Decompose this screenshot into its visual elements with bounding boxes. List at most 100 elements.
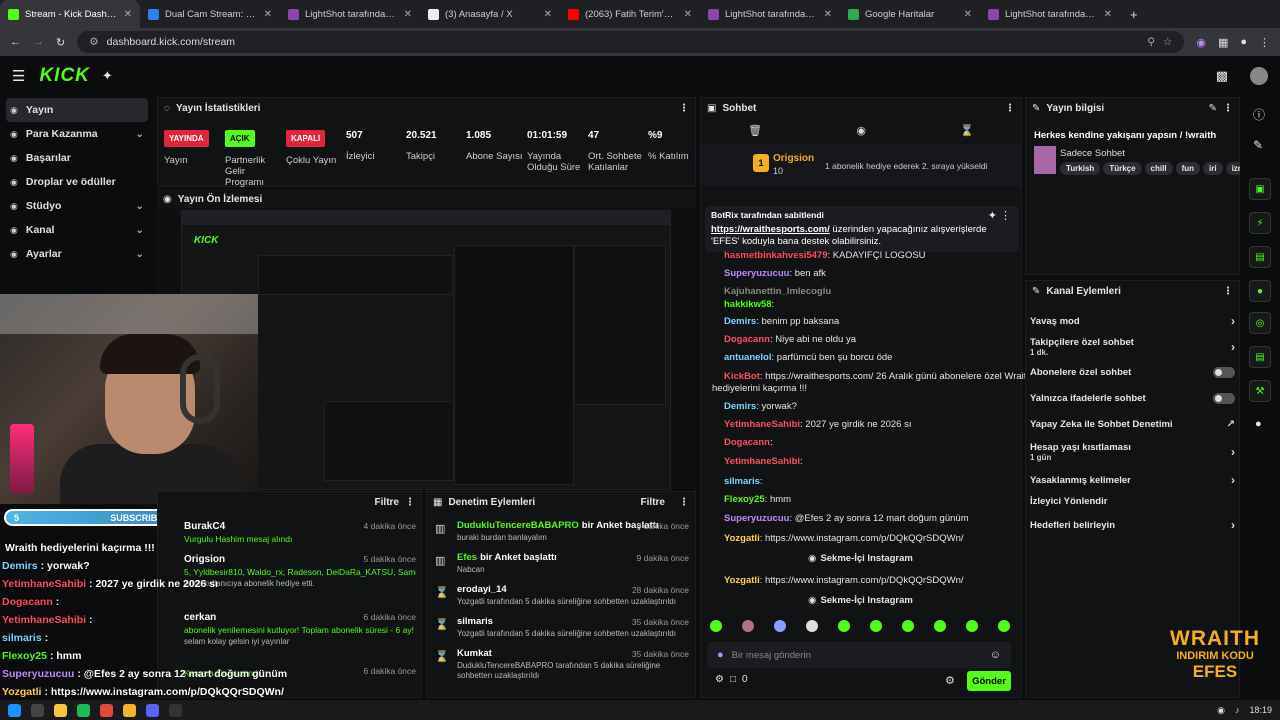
- chat-username[interactable]: Kajuhanettin_Imlecoglu: [724, 286, 831, 297]
- chat-message[interactable]: hediyelerini kaçırma !!!: [712, 383, 807, 394]
- chevron-right-icon[interactable]: ›: [1231, 314, 1235, 328]
- info-circle-icon[interactable]: ⓘ: [1253, 106, 1265, 123]
- chat-message[interactable]: Kajuhanettin_Imlecoglu: [724, 286, 831, 297]
- users-icon[interactable]: ●: [1255, 418, 1262, 430]
- chevron-down-icon[interactable]: ⌄: [135, 200, 144, 212]
- back-icon[interactable]: ←: [10, 36, 21, 48]
- moderation-filter[interactable]: Filtre: [641, 497, 665, 508]
- more-icon[interactable]: ⋮: [1223, 286, 1233, 297]
- chat-message[interactable]: silmaris:: [724, 476, 763, 487]
- send-button[interactable]: Gönder: [967, 671, 1011, 691]
- emote-icon[interactable]: [742, 620, 754, 632]
- stream-tag[interactable]: Türkçe: [1103, 162, 1142, 175]
- youtube-icon[interactable]: [100, 703, 113, 717]
- chevron-down-icon[interactable]: ⌄: [135, 224, 144, 236]
- channel-action-row[interactable]: Hesap yaşı kısıtlaması 1 gün ›: [1030, 442, 1235, 462]
- broadcast-icon[interactable]: ◎: [1249, 312, 1271, 334]
- activity-item[interactable]: Origsion 5 dakika önce 5, Yyldbesir810, Wa…: [184, 554, 416, 588]
- moderation-item[interactable]: ▥ DudukluTencereBABAPRO bir Anket başlattı…: [435, 520, 689, 543]
- close-icon[interactable]: ✕: [264, 9, 272, 20]
- stream-tag[interactable]: iri: [1203, 162, 1223, 175]
- emote-icon[interactable]: [838, 620, 850, 632]
- chat-message[interactable]: Flexoy25: hmm: [724, 494, 791, 505]
- close-icon[interactable]: ✕: [404, 9, 412, 20]
- chat-message[interactable]: Demirs: yorwak?: [724, 401, 797, 412]
- chat-username[interactable]: antuanelol: [724, 352, 772, 363]
- chat-message[interactable]: hakkikw58:: [724, 299, 774, 310]
- close-icon[interactable]: ✕: [684, 9, 692, 20]
- chevron-right-icon[interactable]: ›: [1231, 473, 1235, 487]
- discord-icon[interactable]: [146, 703, 159, 717]
- chevron-down-icon[interactable]: ⌄: [135, 128, 144, 140]
- chat-message[interactable]: KickBot: https://wraithesports.com/ 26 A…: [724, 371, 1032, 382]
- chat-icon[interactable]: ●: [1249, 280, 1271, 302]
- chat-username[interactable]: YetimhaneSahibi: [724, 419, 800, 430]
- mic-icon[interactable]: ●: [717, 649, 724, 661]
- browser-tab[interactable]: Stream - Kick Dashboard ✕: [0, 0, 140, 28]
- forward-icon[interactable]: →: [33, 36, 44, 48]
- close-icon[interactable]: ✕: [544, 9, 552, 20]
- wifi-icon[interactable]: ◉: [1217, 705, 1225, 716]
- trash-icon[interactable]: 🗑: [748, 124, 762, 140]
- channel-action-row[interactable]: Yasaklanmış kelimeler ›: [1030, 473, 1235, 487]
- close-icon[interactable]: ✕: [824, 9, 832, 20]
- reload-icon[interactable]: ↻: [56, 36, 65, 49]
- spotify-icon[interactable]: [77, 703, 90, 717]
- storage-icon[interactable]: ▤: [1249, 346, 1271, 368]
- chat-username[interactable]: YetimhaneSahibi: [724, 456, 800, 467]
- chat-settings-icon[interactable]: ⚙: [945, 674, 955, 687]
- folder-icon[interactable]: [54, 703, 67, 717]
- document-icon[interactable]: ▤: [1249, 246, 1271, 268]
- more-icon[interactable]: ⋮: [1000, 209, 1011, 222]
- sidebar-item-channel[interactable]: ◉ Kanal ⌄: [0, 218, 154, 242]
- emoji-icon[interactable]: ☺: [990, 649, 1001, 661]
- chat-message[interactable]: hasmetbinkahvesi5479: KADAYIFÇI LOGOSU: [724, 250, 926, 261]
- stream-tag[interactable]: Turkish: [1060, 162, 1101, 175]
- extensions-puzzle-icon[interactable]: ▦: [1218, 36, 1228, 49]
- more-icon[interactable]: ⋮: [679, 103, 689, 114]
- close-icon[interactable]: ✕: [1104, 9, 1112, 20]
- chat-username[interactable]: hakkikw58: [724, 299, 772, 310]
- windows-start-icon[interactable]: [8, 703, 21, 717]
- hourglass-icon[interactable]: ⌛: [960, 124, 974, 140]
- browser-tab[interactable]: Google Haritalar ✕: [840, 0, 980, 28]
- channel-action-row[interactable]: Yapay Zeka ile Sohbet Denetimi ↗: [1030, 419, 1235, 430]
- emote-icon[interactable]: [806, 620, 818, 632]
- edit-icon[interactable]: ✎: [1209, 103, 1217, 114]
- camera-icon[interactable]: ▣: [1249, 178, 1271, 200]
- channel-action-row[interactable]: Abonelere özel sohbet: [1030, 367, 1235, 378]
- site-info-icon[interactable]: ⚙: [89, 36, 98, 48]
- obs-icon[interactable]: [169, 703, 182, 717]
- sidebar-item-money[interactable]: ◉ Para Kazanma ⌄: [0, 122, 154, 146]
- chat-username[interactable]: Flexoy25: [724, 494, 765, 505]
- emote-icon[interactable]: [774, 620, 786, 632]
- chat-username[interactable]: Dogacann: [724, 334, 770, 345]
- pin-icon[interactable]: ✦: [988, 209, 997, 222]
- sidebar-item-stream[interactable]: ◉ Yayın: [6, 98, 148, 122]
- more-icon[interactable]: ⋮: [1223, 103, 1233, 114]
- chat-username[interactable]: Superyuzucuu: [724, 268, 789, 279]
- settings-icon[interactable]: ⚙: [715, 674, 724, 685]
- channel-action-row[interactable]: Hedefleri belirleyin ›: [1030, 518, 1235, 532]
- sidebar-item-studio[interactable]: ◉ Stüdyo ⌄: [0, 194, 154, 218]
- chevron-down-icon[interactable]: ⌄: [135, 248, 144, 260]
- emote-icon[interactable]: [934, 620, 946, 632]
- moderation-item[interactable]: ▥ Efes bir Anket başlattı 9 dakika önce Nabc…: [435, 552, 689, 575]
- chat-username[interactable]: Demirs: [724, 316, 756, 327]
- toggle-switch[interactable]: [1213, 393, 1235, 404]
- chat-message[interactable]: Demirs: benim pp baksana: [724, 316, 839, 327]
- extension-icon[interactable]: ◉: [1196, 36, 1206, 49]
- channel-action-row[interactable]: Yalnızca ifadelerle sohbet: [1030, 393, 1235, 404]
- search-icon[interactable]: [31, 703, 44, 717]
- close-icon[interactable]: ✕: [124, 9, 132, 20]
- stream-tag[interactable]: izm: [1225, 162, 1240, 175]
- activity-item[interactable]: BurakC4 4 dakika önce Vurgulu Hashim mesaj…: [184, 521, 416, 544]
- zoom-icon[interactable]: ⚲: [1147, 36, 1155, 48]
- more-icon[interactable]: ⋮: [679, 497, 689, 508]
- kick-logo[interactable]: KICK: [39, 65, 89, 87]
- bookmark-star-icon[interactable]: ☆: [1163, 36, 1172, 48]
- gift-user[interactable]: Origsion: [773, 153, 814, 164]
- profile-icon[interactable]: ●: [1240, 36, 1247, 48]
- controller-icon[interactable]: ▩: [1216, 68, 1228, 84]
- sidebar-item-gift[interactable]: ◉ Droplar ve ödüller: [0, 170, 154, 194]
